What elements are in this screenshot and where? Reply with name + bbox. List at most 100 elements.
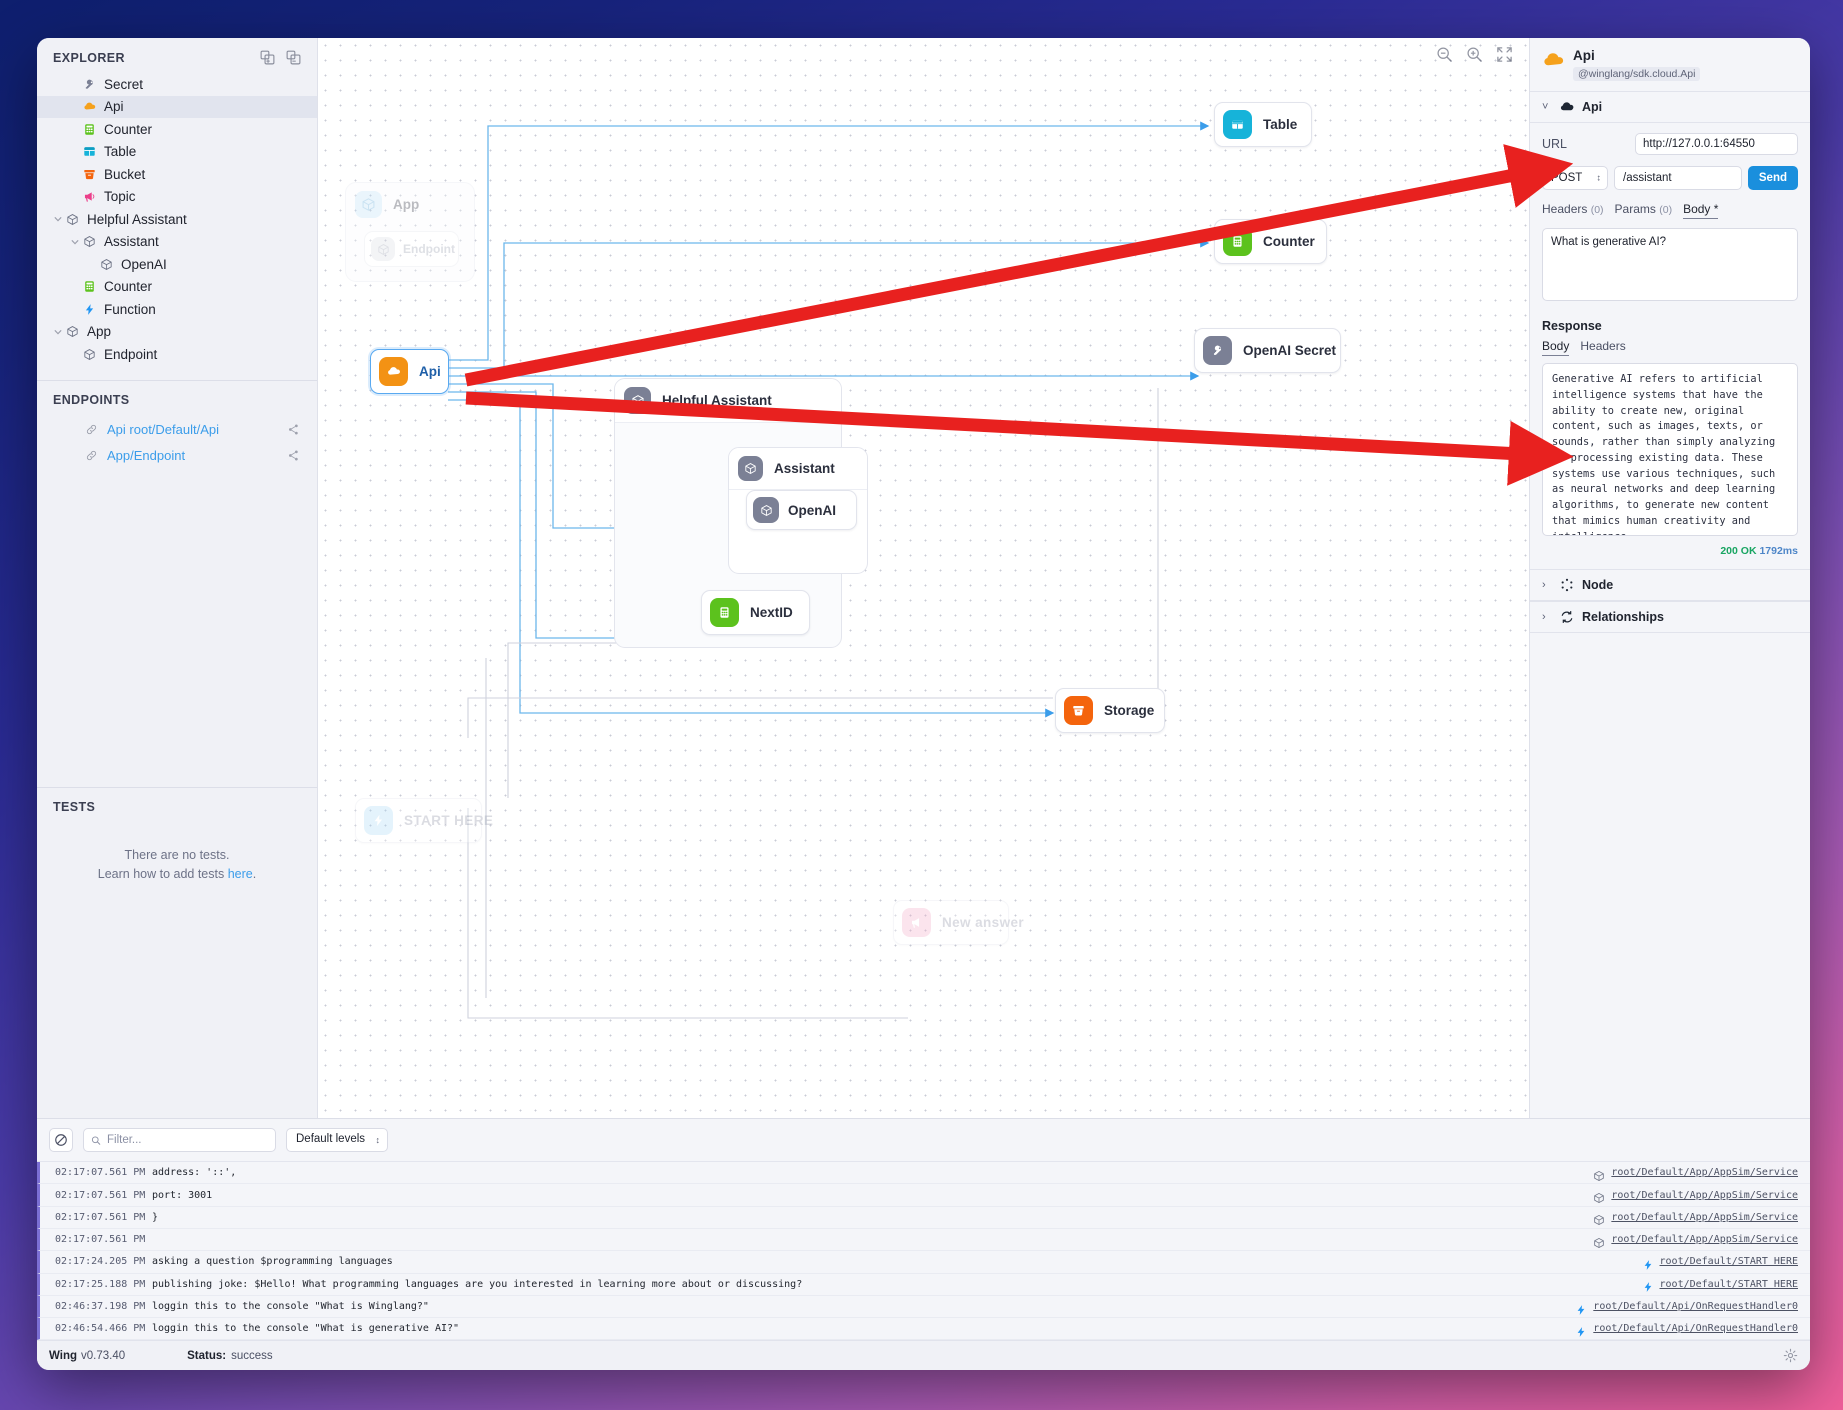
graph-node-table[interactable]: Table: [1214, 102, 1312, 147]
graph-node-openai-secret[interactable]: OpenAI Secret: [1194, 328, 1341, 373]
graph-canvas-area[interactable]: App Endpoint Api: [318, 38, 1529, 1118]
function-bolt-icon: [1642, 1278, 1654, 1290]
request-body-input[interactable]: [1542, 228, 1798, 301]
log-source-label[interactable]: root/Default/App/AppSim/Service: [1611, 1234, 1798, 1245]
share-icon[interactable]: [287, 449, 301, 463]
log-source[interactable]: root/Default/App/AppSim/Service: [1593, 1211, 1798, 1223]
explorer-item-topic[interactable]: Topic: [37, 186, 317, 209]
graph-canvas[interactable]: [318, 38, 1529, 1118]
api-cloud-icon: [379, 357, 408, 386]
log-message: port: 3001: [152, 1190, 1593, 1201]
console-filter-input[interactable]: [107, 1134, 268, 1146]
log-source[interactable]: root/Default/App/AppSim/Service: [1593, 1234, 1798, 1246]
log-source-label[interactable]: root/Default/START HERE: [1660, 1256, 1798, 1267]
graph-node-counter[interactable]: Counter: [1214, 219, 1327, 264]
graph-group-helpful-assistant-header[interactable]: Helpful Assistant: [615, 379, 841, 423]
graph-node-endpoint[interactable]: Endpoint: [364, 231, 459, 267]
log-timestamp: 02:17:25.188 PM: [40, 1279, 152, 1290]
log-source[interactable]: root/Default/App/AppSim/Service: [1593, 1167, 1798, 1179]
tab-headers[interactable]: Headers (0): [1542, 202, 1604, 218]
clear-console-button[interactable]: [49, 1128, 73, 1152]
send-button[interactable]: Send: [1748, 166, 1798, 190]
explorer-item-bucket[interactable]: Bucket: [37, 163, 317, 186]
graph-node-label: Storage: [1104, 703, 1154, 718]
graph-node-nextid[interactable]: NextID: [701, 590, 810, 635]
graph-group-assistant-header[interactable]: Assistant: [729, 448, 867, 490]
zoom-in-icon[interactable]: [1466, 46, 1483, 63]
expand-all-icon[interactable]: [260, 50, 275, 65]
console-levels-select[interactable]: Default levels ↕: [286, 1128, 388, 1152]
graph-group-helpful-assistant[interactable]: Helpful Assistant Assistant OpenA: [614, 378, 842, 648]
graph-node-start-here[interactable]: START HERE: [355, 798, 482, 843]
cube-icon: [65, 212, 80, 227]
settings-gear-icon[interactable]: [1783, 1348, 1798, 1363]
log-source-label[interactable]: root/Default/App/AppSim/Service: [1611, 1190, 1798, 1201]
tab-params[interactable]: Params (0): [1615, 202, 1673, 218]
explorer-item-app[interactable]: App: [37, 321, 317, 344]
graph-group-assistant[interactable]: Assistant OpenAI: [728, 447, 868, 574]
inspector-section-api[interactable]: ˅ Api: [1530, 91, 1810, 123]
log-source-label[interactable]: root/Default/App/AppSim/Service: [1611, 1167, 1798, 1178]
tab-label: Headers: [1542, 202, 1587, 216]
share-icon[interactable]: [287, 423, 301, 437]
explorer-item-table[interactable]: Table: [37, 141, 317, 164]
explorer-item-counter[interactable]: Counter: [37, 118, 317, 141]
log-message: loggin this to the console "What is gene…: [152, 1323, 1575, 1334]
inspector-section-relationships-label: Relationships: [1582, 610, 1664, 624]
log-source[interactable]: root/Default/Api/OnRequestHandler0: [1575, 1301, 1798, 1313]
url-value[interactable]: http://127.0.0.1:64550: [1635, 133, 1798, 155]
log-source[interactable]: root/Default/Api/OnRequestHandler0: [1575, 1323, 1798, 1335]
explorer-item-assistant[interactable]: Assistant: [37, 231, 317, 254]
graph-node-storage[interactable]: Storage: [1055, 688, 1165, 733]
request-path-input[interactable]: /assistant: [1614, 166, 1742, 190]
log-source[interactable]: root/Default/START HERE: [1642, 1256, 1798, 1268]
collapse-all-icon[interactable]: [286, 50, 301, 65]
console-log-row: 02:17:25.188 PMpublishing joke: $Hello! …: [37, 1274, 1810, 1296]
inspector-section-relationships[interactable]: › Relationships: [1530, 601, 1810, 633]
zoom-out-icon[interactable]: [1436, 46, 1453, 63]
tab-headers[interactable]: Headers: [1580, 339, 1625, 355]
graph-node-api[interactable]: Api: [370, 349, 449, 394]
log-source[interactable]: root/Default/START HERE: [1642, 1278, 1798, 1290]
inspector-header: Api @winglang/sdk.cloud.Api: [1530, 38, 1810, 91]
explorer-item-secret[interactable]: Secret: [37, 73, 317, 96]
endpoint-item[interactable]: App/Endpoint: [37, 443, 317, 469]
cube-icon: [99, 257, 114, 272]
response-status: 200 OK 1792ms: [1542, 545, 1798, 557]
graph-node-openai[interactable]: OpenAI: [746, 490, 857, 530]
tab-label: Body: [1542, 339, 1569, 353]
response-body[interactable]: [1542, 363, 1798, 536]
explorer-item-label: Api: [104, 99, 124, 114]
http-method-select[interactable]: POST ↕: [1542, 166, 1608, 190]
log-source-label[interactable]: root/Default/Api/OnRequestHandler0: [1593, 1323, 1798, 1334]
tab-body[interactable]: Body *: [1683, 202, 1718, 219]
counter-icon: [710, 598, 739, 627]
log-source-label[interactable]: root/Default/Api/OnRequestHandler0: [1593, 1301, 1798, 1312]
inspector-section-node[interactable]: › Node: [1530, 569, 1810, 601]
graph-node-label: New answer: [942, 915, 1024, 930]
fit-to-screen-icon[interactable]: [1496, 46, 1513, 63]
explorer-item-api[interactable]: Api: [37, 96, 317, 119]
graph-group-app[interactable]: App Endpoint: [345, 182, 475, 282]
explorer-item-openai[interactable]: OpenAI: [37, 253, 317, 276]
log-source-label[interactable]: root/Default/START HERE: [1660, 1279, 1798, 1290]
log-source[interactable]: root/Default/App/AppSim/Service: [1593, 1189, 1798, 1201]
graph-group-app-header[interactable]: App: [346, 183, 474, 227]
tab-body[interactable]: Body: [1542, 339, 1569, 356]
graph-node-new-answer[interactable]: New answer: [893, 900, 1009, 945]
explorer-item-function[interactable]: Function: [37, 298, 317, 321]
explorer-item-helpful-assistant[interactable]: Helpful Assistant: [37, 208, 317, 231]
chevron-down-icon[interactable]: [68, 235, 82, 249]
endpoint-item-label[interactable]: App/Endpoint: [107, 448, 287, 463]
endpoint-item-label[interactable]: Api root/Default/Api: [107, 422, 287, 437]
graph-node-label: Counter: [1263, 234, 1315, 249]
tab-count: (0): [1591, 204, 1604, 216]
endpoint-item[interactable]: Api root/Default/Api: [37, 417, 317, 443]
chevron-down-icon[interactable]: [51, 212, 65, 226]
explorer-item-endpoint[interactable]: Endpoint: [37, 343, 317, 366]
tests-learn-link[interactable]: here: [228, 867, 253, 881]
console-filter[interactable]: [83, 1128, 276, 1152]
log-source-label[interactable]: root/Default/App/AppSim/Service: [1611, 1212, 1798, 1223]
explorer-item-counter[interactable]: Counter: [37, 276, 317, 299]
chevron-down-icon[interactable]: [51, 325, 65, 339]
